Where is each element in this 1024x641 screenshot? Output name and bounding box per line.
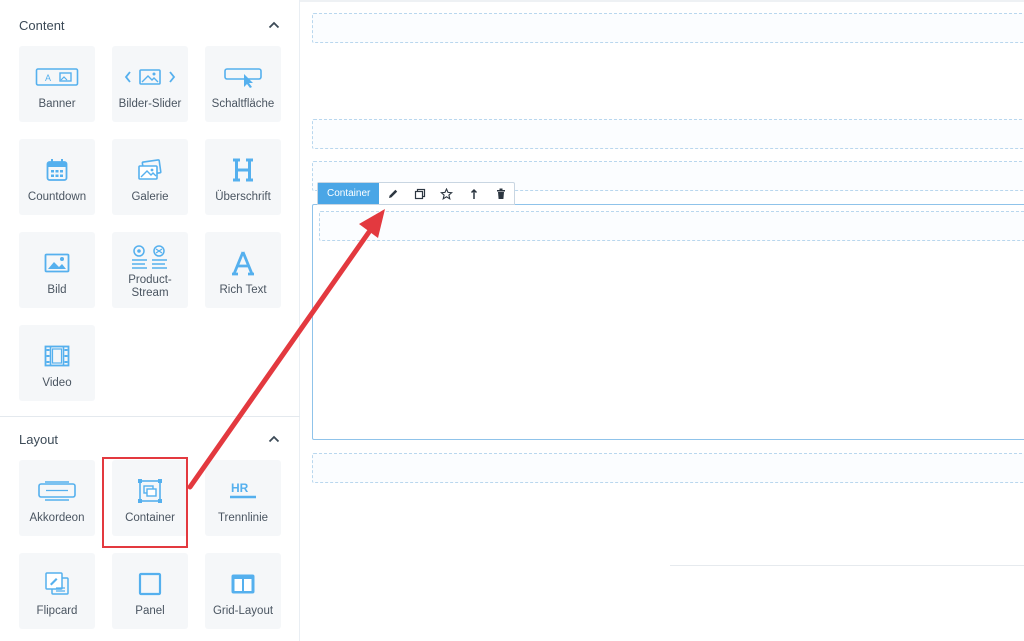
panel-icon — [138, 567, 162, 601]
heading-h-icon — [230, 153, 256, 187]
duplicate-icon[interactable] — [406, 183, 433, 204]
tile-label: Schaltfläche — [211, 98, 275, 110]
element-tile-panel[interactable]: Panel — [112, 553, 188, 629]
element-tile-video[interactable]: Video — [19, 325, 95, 401]
element-tile-banner[interactable]: A Banner — [19, 46, 95, 122]
tile-label: Überschrift — [215, 191, 271, 203]
layout-section-header[interactable]: Layout — [19, 427, 281, 451]
product-stream-icon — [130, 242, 170, 272]
element-tile-ueberschrift[interactable]: Überschrift — [205, 139, 281, 215]
empty-drop-zone[interactable] — [312, 453, 1024, 483]
element-tile-schaltflaeche[interactable]: Schaltfläche — [205, 46, 281, 122]
tile-label: Product-Stream — [128, 274, 172, 299]
element-tile-grid-layout[interactable]: Grid-Layout — [205, 553, 281, 629]
toolbar-element-label: Container — [318, 183, 380, 204]
content-section-header[interactable]: Content — [19, 13, 281, 37]
element-tile-flipcard[interactable]: Flipcard — [19, 553, 95, 629]
tile-label: Rich Text — [219, 284, 267, 296]
editor-canvas — [300, 0, 1024, 641]
delete-trash-icon[interactable] — [487, 183, 514, 204]
accordion-icon — [37, 474, 77, 508]
canvas-bottom-line — [670, 565, 1024, 566]
content-section-title: Content — [19, 17, 65, 33]
tile-label: Bild — [47, 284, 67, 296]
svg-text:HR: HR — [231, 481, 249, 495]
edit-pencil-icon[interactable] — [379, 183, 406, 204]
tile-label: Trennlinie — [217, 512, 269, 524]
rich-text-a-icon — [231, 246, 255, 280]
element-tile-product-stream[interactable]: Product-Stream — [112, 232, 188, 308]
element-tile-trennlinie[interactable]: HR Trennlinie — [205, 460, 281, 536]
calendar-icon — [46, 153, 68, 187]
element-toolbar: Container — [317, 182, 516, 205]
image-icon — [44, 246, 70, 280]
hr-icon: HR — [228, 474, 258, 508]
annotation-highlight-box — [102, 457, 188, 548]
empty-drop-zone[interactable] — [312, 119, 1024, 149]
container-element[interactable] — [312, 204, 1024, 440]
gallery-icon — [137, 153, 163, 187]
grid-layout-icon — [230, 567, 256, 601]
element-tile-bild[interactable]: Bild — [19, 232, 95, 308]
chevron-up-icon[interactable] — [267, 432, 281, 446]
empty-drop-zone[interactable] — [312, 13, 1024, 43]
tile-label: Bilder-Slider — [118, 98, 182, 110]
element-sidebar: Content A Banner Bilder-Slider Schaltflä… — [0, 0, 300, 641]
banner-icon: A — [35, 60, 79, 94]
button-cursor-icon — [223, 60, 263, 94]
tile-label: Countdown — [27, 191, 87, 203]
canvas-top-border — [300, 0, 1024, 2]
tile-label: Galerie — [131, 191, 169, 203]
element-tile-galerie[interactable]: Galerie — [112, 139, 188, 215]
container-inner-drop-zone[interactable] — [319, 211, 1024, 241]
tile-label: Video — [42, 377, 72, 389]
tile-label: Flipcard — [36, 605, 78, 617]
flipcard-icon — [43, 567, 71, 601]
move-up-icon[interactable] — [460, 183, 487, 204]
favorite-star-icon[interactable] — [433, 183, 460, 204]
tile-label: Banner — [38, 98, 76, 110]
image-slider-icon — [123, 60, 177, 94]
element-tile-bilder-slider[interactable]: Bilder-Slider — [112, 46, 188, 122]
svg-text:A: A — [45, 73, 51, 83]
chevron-up-icon[interactable] — [267, 18, 281, 32]
tile-label: Akkordeon — [29, 512, 85, 524]
element-tile-rich-text[interactable]: Rich Text — [205, 232, 281, 308]
tile-label: Panel — [135, 605, 165, 617]
layout-section-title: Layout — [19, 431, 59, 447]
section-divider — [0, 416, 300, 417]
element-tile-akkordeon[interactable]: Akkordeon — [19, 460, 95, 536]
tile-label: Grid-Layout — [212, 605, 274, 617]
element-tile-countdown[interactable]: Countdown — [19, 139, 95, 215]
film-icon — [44, 339, 70, 373]
